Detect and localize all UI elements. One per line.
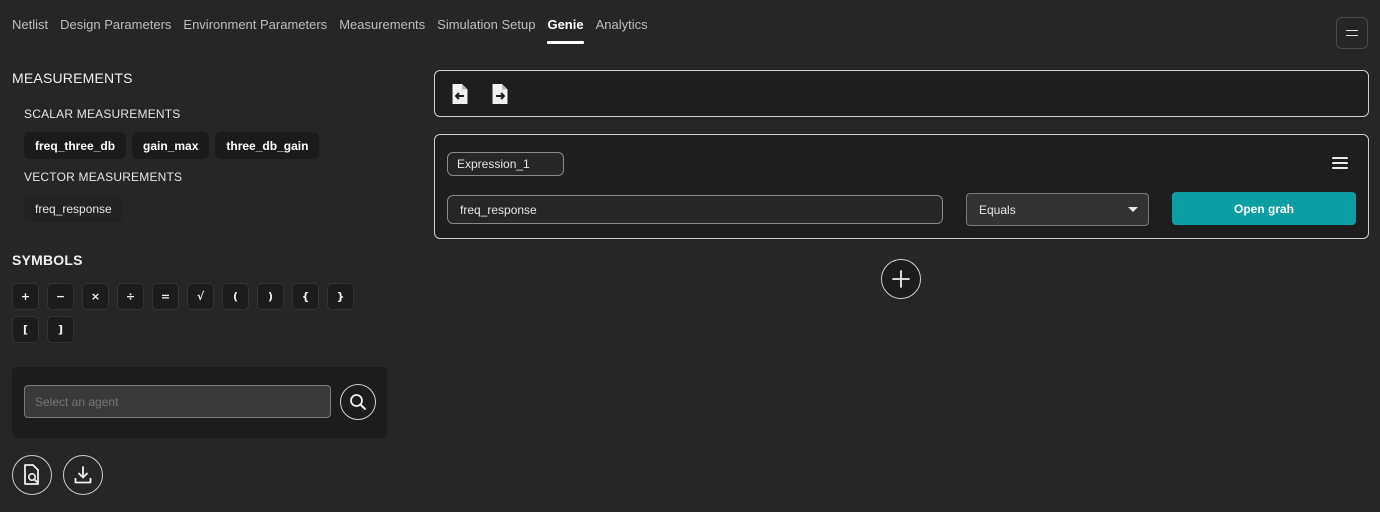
import-file-button[interactable] (449, 82, 471, 106)
agent-search-button[interactable] (340, 384, 376, 420)
plus-icon (892, 270, 910, 288)
tab-design-parameters[interactable]: Design Parameters (60, 0, 171, 48)
symbol-close-bracket-button[interactable]: ] (47, 316, 74, 343)
symbol-minus-button[interactable]: − (47, 283, 74, 310)
operator-select[interactable]: Equals (966, 193, 1149, 226)
measurements-heading: MEASUREMENTS (12, 70, 133, 86)
top-tab-bar: Netlist Design Parameters Environment Pa… (12, 0, 660, 48)
expression-toolbar (434, 70, 1369, 117)
hamburger-line (1332, 167, 1348, 169)
file-export-icon (492, 84, 508, 104)
symbol-equals-button[interactable]: = (152, 283, 179, 310)
tab-environment-parameters[interactable]: Environment Parameters (183, 0, 327, 48)
scalar-measurement-chip[interactable]: gain_max (132, 132, 210, 159)
scalar-measurements-list: freq_three_db gain_max three_db_gain (24, 132, 320, 159)
operator-select-value: Equals (979, 202, 1016, 217)
vector-measurements-heading: VECTOR MEASUREMENTS (24, 170, 183, 184)
tab-measurements[interactable]: Measurements (339, 0, 425, 48)
symbol-open-paren-button[interactable]: ( (222, 283, 249, 310)
symbol-sqrt-button[interactable]: √ (187, 283, 214, 310)
symbol-multiply-button[interactable]: × (82, 283, 109, 310)
symbols-heading: SYMBOLS (12, 252, 83, 268)
top-menu-button[interactable] (1336, 17, 1368, 49)
scalar-measurement-chip[interactable]: freq_three_db (24, 132, 127, 159)
symbol-divide-button[interactable]: ÷ (117, 283, 144, 310)
open-graph-button[interactable]: Open grah (1172, 192, 1356, 225)
symbol-close-paren-button[interactable]: ) (257, 283, 284, 310)
search-icon (350, 394, 366, 410)
download-icon (74, 466, 92, 484)
expression-value-input[interactable] (447, 195, 943, 224)
file-search-icon (24, 464, 39, 485)
menu-icon (1346, 30, 1358, 36)
file-import-icon (452, 84, 468, 104)
tab-netlist[interactable]: Netlist (12, 0, 48, 48)
scalar-measurements-heading: SCALAR MEASUREMENTS (24, 107, 181, 121)
symbol-open-bracket-button[interactable]: [ (12, 316, 39, 343)
export-file-button[interactable] (489, 82, 511, 106)
hamburger-line (1332, 162, 1348, 164)
tab-genie[interactable]: Genie (547, 0, 584, 48)
tab-analytics[interactable]: Analytics (596, 0, 648, 48)
scalar-measurement-chip[interactable]: three_db_gain (215, 132, 320, 159)
vector-measurement-item[interactable]: freq_response (24, 196, 123, 222)
tab-simulation-setup[interactable]: Simulation Setup (437, 0, 535, 48)
download-button[interactable] (63, 455, 103, 495)
agent-panel (12, 367, 387, 438)
add-expression-button[interactable] (881, 259, 921, 299)
expression-card: Equals Open grah (434, 134, 1369, 239)
expression-menu-button[interactable] (1332, 157, 1348, 171)
chevron-down-icon (1128, 207, 1138, 212)
file-search-button[interactable] (12, 455, 52, 495)
symbols-grid: + − × ÷ = √ ( ) { } [ ] (12, 283, 382, 343)
symbol-open-brace-button[interactable]: { (292, 283, 319, 310)
expression-name-input[interactable] (447, 152, 564, 176)
symbol-plus-button[interactable]: + (12, 283, 39, 310)
agent-select-input[interactable] (24, 385, 331, 418)
symbol-close-brace-button[interactable]: } (327, 283, 354, 310)
hamburger-menu-icon (1332, 157, 1348, 159)
